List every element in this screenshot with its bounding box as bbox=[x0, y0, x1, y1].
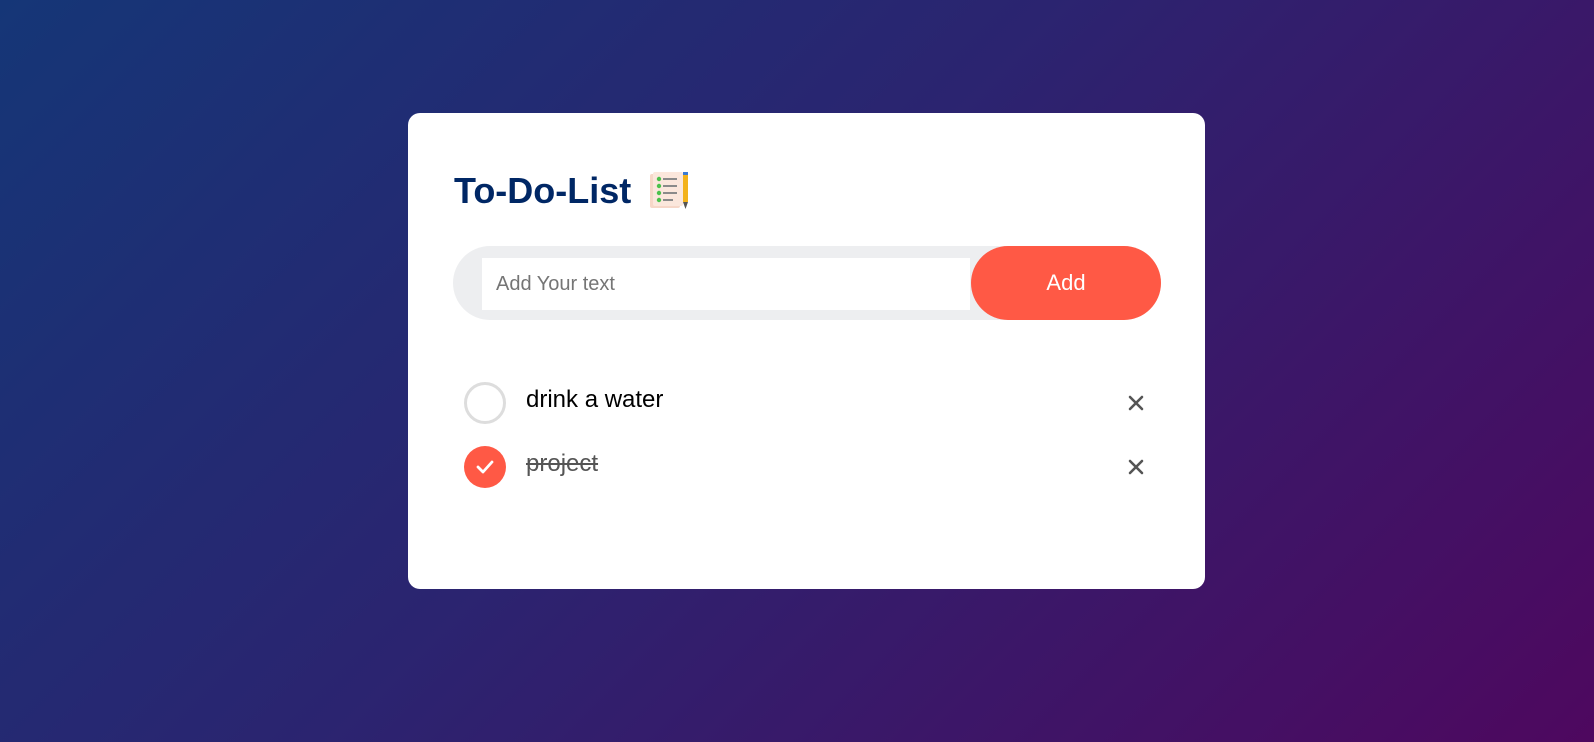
page-title: To-Do-List bbox=[454, 171, 691, 211]
close-icon[interactable] bbox=[1118, 449, 1154, 485]
task-list: drink a water project bbox=[464, 371, 1154, 499]
task-text: project bbox=[526, 450, 599, 477]
unchecked-circle-icon[interactable] bbox=[464, 382, 506, 424]
add-task-row: Add bbox=[453, 246, 1161, 320]
list-item[interactable]: project bbox=[464, 435, 1154, 499]
task-input[interactable] bbox=[482, 258, 970, 310]
notepad-icon bbox=[647, 171, 691, 211]
task-text: drink a water bbox=[526, 386, 664, 413]
checked-circle-icon[interactable] bbox=[464, 446, 506, 488]
app-title: To-Do-List bbox=[454, 170, 632, 211]
list-item[interactable]: drink a water bbox=[464, 371, 1154, 435]
add-button[interactable]: Add bbox=[971, 246, 1161, 320]
todo-card: To-Do-List Add dri bbox=[408, 113, 1205, 589]
close-icon[interactable] bbox=[1118, 385, 1154, 421]
